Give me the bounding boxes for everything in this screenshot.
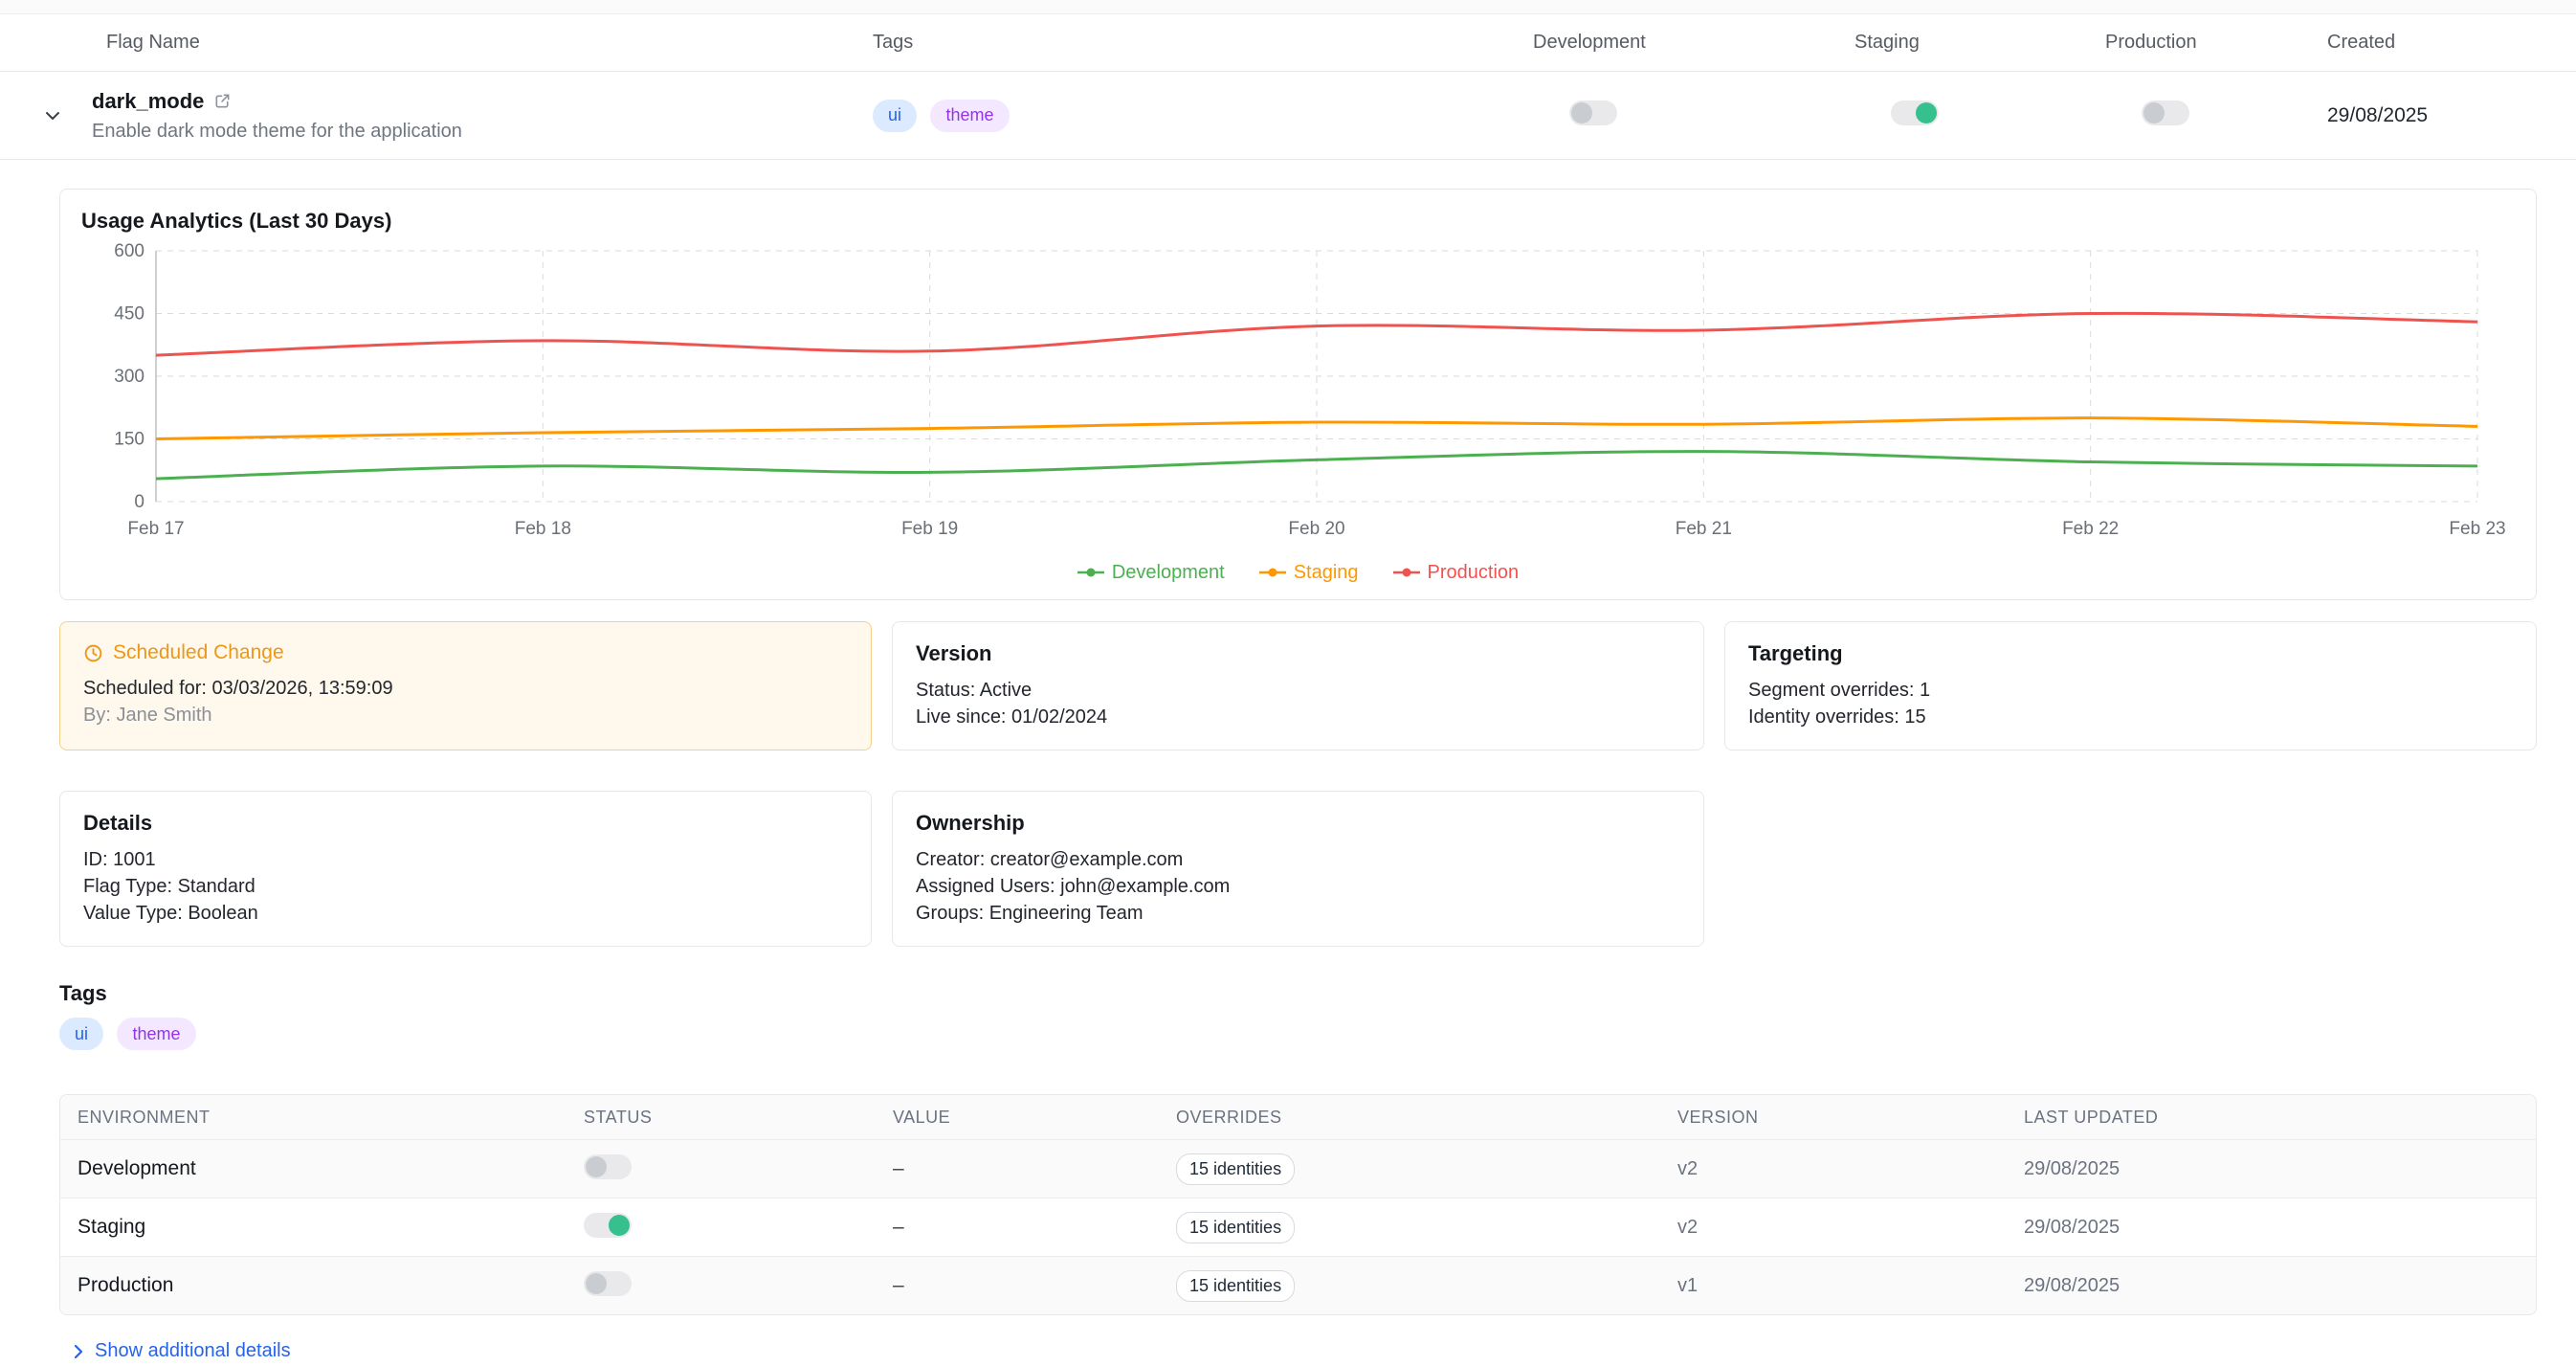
flag-row: dark_mode Enable dark mode theme for the… xyxy=(0,72,2576,160)
header-created: Created xyxy=(2327,32,2576,54)
clock-icon xyxy=(83,643,103,663)
svg-text:Feb 18: Feb 18 xyxy=(515,519,571,539)
env-header-version: VERSION xyxy=(1677,1108,2024,1128)
usage-analytics-card: Usage Analytics (Last 30 Days) 0 150 300 45… xyxy=(59,189,2537,600)
targeting-card-title: Targeting xyxy=(1748,641,2513,666)
ownership-groups: Groups: Engineering Team xyxy=(916,900,1680,927)
version-card: Version Status: Active Live since: 01/02… xyxy=(892,621,1704,750)
flag-description: Enable dark mode theme for the applicati… xyxy=(92,121,462,143)
flag-name-text: dark_mode xyxy=(92,89,204,114)
header-production: Production xyxy=(2105,32,2327,54)
segment-overrides: Segment overrides: 1 xyxy=(1748,677,2513,704)
legend-item-development[interactable]: Development xyxy=(1077,562,1225,584)
collapse-row-button[interactable] xyxy=(36,100,69,132)
header-tags: Tags xyxy=(873,32,1533,54)
tag-pill-ui[interactable]: ui xyxy=(873,100,917,132)
svg-text:150: 150 xyxy=(114,430,144,450)
scheduled-change-title: Scheduled Change xyxy=(113,641,284,664)
chart-legend: Development Staging Production xyxy=(81,553,2515,592)
version-status: Status: Active xyxy=(916,677,1680,704)
svg-text:Feb 23: Feb 23 xyxy=(2449,519,2505,539)
tags-section-title: Tags xyxy=(59,981,2537,1006)
svg-text:Feb 20: Feb 20 xyxy=(1288,519,1344,539)
env-row-development: Development – 15 identities v2 29/08/202… xyxy=(60,1139,2536,1198)
scheduled-for-text: Scheduled for: 03/03/2026, 13:59:09 xyxy=(83,675,848,702)
identity-overrides: Identity overrides: 15 xyxy=(1748,704,2513,730)
legend-marker-icon xyxy=(1077,567,1104,578)
svg-text:0: 0 xyxy=(134,492,144,512)
production-row-toggle[interactable] xyxy=(584,1271,632,1296)
flag-created-date: 29/08/2025 xyxy=(2327,104,2576,127)
flag-expanded-panel: Usage Analytics (Last 30 Days) 0 150 300 45… xyxy=(0,160,2576,1366)
flag-name-link[interactable]: dark_mode xyxy=(92,89,462,114)
chevron-down-icon xyxy=(42,105,63,126)
ownership-assigned-users: Assigned Users: john@example.com xyxy=(916,873,1680,900)
staging-row-toggle[interactable] xyxy=(584,1213,632,1238)
development-overrides-badge[interactable]: 15 identities xyxy=(1176,1153,1295,1185)
legend-marker-icon xyxy=(1393,567,1420,578)
details-id: ID: 1001 xyxy=(83,846,848,873)
env-row-staging: Staging – 15 identities v2 29/08/2025 xyxy=(60,1198,2536,1256)
environments-table-header: ENVIRONMENT STATUS VALUE OVERRIDES VERSI… xyxy=(60,1095,2536,1139)
env-header-status: STATUS xyxy=(584,1108,893,1128)
version-live-since: Live since: 01/02/2024 xyxy=(916,704,1680,730)
development-toggle[interactable] xyxy=(1569,101,1617,125)
tag-pill-theme[interactable]: theme xyxy=(117,1018,195,1050)
staging-toggle[interactable] xyxy=(1891,101,1939,125)
legend-item-production[interactable]: Production xyxy=(1393,562,1520,584)
details-card-title: Details xyxy=(83,811,848,836)
env-header-overrides: OVERRIDES xyxy=(1176,1108,1677,1128)
env-header-environment: ENVIRONMENT xyxy=(78,1108,584,1128)
svg-text:Feb 22: Feb 22 xyxy=(2062,519,2119,539)
details-value-type: Value Type: Boolean xyxy=(83,900,848,927)
env-header-last-updated: LAST UPDATED xyxy=(2024,1108,2519,1128)
version-card-title: Version xyxy=(916,641,1680,666)
flags-table-header: Flag Name Tags Development Staging Produ… xyxy=(0,14,2576,72)
legend-item-staging[interactable]: Staging xyxy=(1259,562,1359,584)
details-card: Details ID: 1001 Flag Type: Standard Val… xyxy=(59,791,872,947)
header-staging: Staging xyxy=(1854,32,2105,54)
tag-pill-ui[interactable]: ui xyxy=(59,1018,103,1050)
ownership-creator: Creator: creator@example.com xyxy=(916,846,1680,873)
scheduled-by-text: By: Jane Smith xyxy=(83,702,848,728)
svg-text:Feb 17: Feb 17 xyxy=(127,519,184,539)
environments-table: ENVIRONMENT STATUS VALUE OVERRIDES VERSI… xyxy=(59,1094,2537,1315)
svg-text:450: 450 xyxy=(114,304,144,325)
flags-table: Flag Name Tags Development Staging Produ… xyxy=(0,13,2576,160)
show-additional-details-link[interactable]: Show additional details xyxy=(71,1340,291,1362)
svg-text:Feb 21: Feb 21 xyxy=(1676,519,1732,539)
chart-title: Usage Analytics (Last 30 Days) xyxy=(81,209,2515,234)
header-development: Development xyxy=(1533,32,1854,54)
show-additional-details-label: Show additional details xyxy=(95,1340,291,1362)
svg-text:300: 300 xyxy=(114,367,144,387)
details-flag-type: Flag Type: Standard xyxy=(83,873,848,900)
svg-text:600: 600 xyxy=(114,241,144,261)
header-flag-name: Flag Name xyxy=(0,32,873,54)
production-overrides-badge[interactable]: 15 identities xyxy=(1176,1270,1295,1302)
ownership-card: Ownership Creator: creator@example.com A… xyxy=(892,791,1704,947)
external-link-icon[interactable] xyxy=(213,92,232,110)
usage-chart: 0 150 300 450 600 Feb 17 Feb 18 Feb 19 Feb 20 Feb… xyxy=(81,237,2515,553)
production-toggle[interactable] xyxy=(2142,101,2189,125)
staging-overrides-badge[interactable]: 15 identities xyxy=(1176,1212,1295,1243)
development-row-toggle[interactable] xyxy=(584,1154,632,1179)
legend-marker-icon xyxy=(1259,567,1286,578)
targeting-card: Targeting Segment overrides: 1 Identity … xyxy=(1724,621,2537,750)
scheduled-change-card: Scheduled Change Scheduled for: 03/03/20… xyxy=(59,621,872,750)
ownership-card-title: Ownership xyxy=(916,811,1680,836)
env-row-production: Production – 15 identities v1 29/08/2025 xyxy=(60,1256,2536,1314)
detail-cards-grid: Scheduled Change Scheduled for: 03/03/20… xyxy=(59,621,2537,947)
tag-pill-theme[interactable]: theme xyxy=(930,100,1009,132)
env-header-value: VALUE xyxy=(893,1108,1176,1128)
svg-text:Feb 19: Feb 19 xyxy=(901,519,958,539)
chevron-right-icon xyxy=(71,1342,86,1361)
tags-section: Tags ui theme xyxy=(59,981,2537,1050)
